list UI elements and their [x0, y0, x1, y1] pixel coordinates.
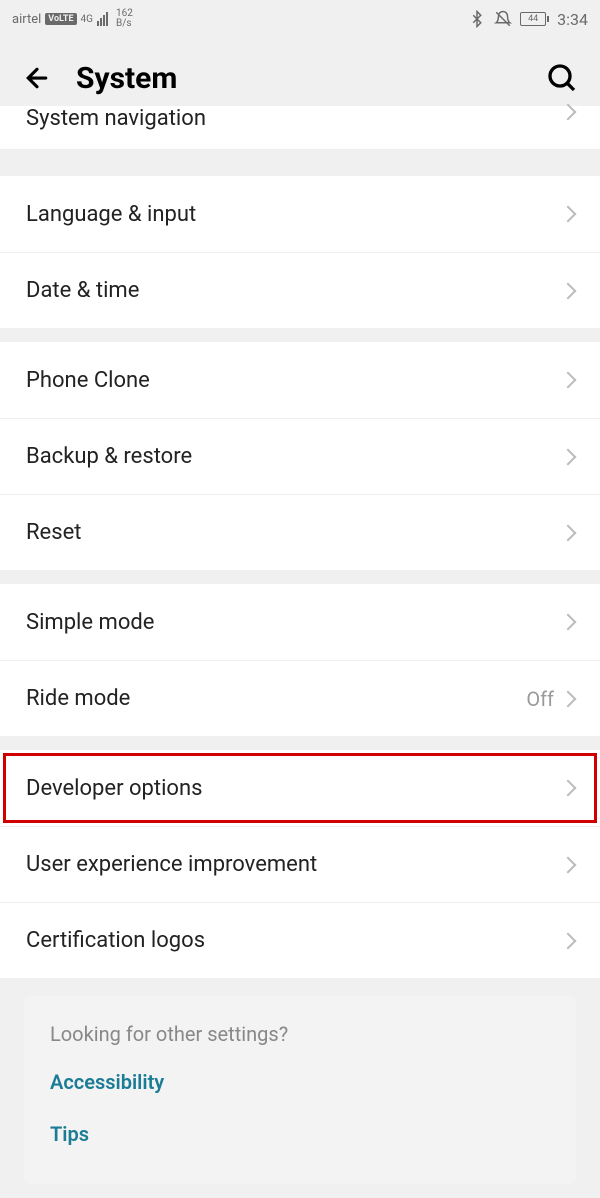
chevron-right-icon: [560, 206, 577, 223]
battery-icon: 44: [520, 12, 549, 26]
footer-link-accessibility[interactable]: Accessibility: [50, 1070, 550, 1094]
row-language-input[interactable]: Language & input: [0, 176, 600, 252]
row-label: Simple mode: [26, 610, 154, 635]
chevron-right-icon: [560, 690, 577, 707]
row-value: Off: [526, 687, 554, 711]
row-phone-clone[interactable]: Phone Clone: [0, 342, 600, 418]
carrier-label: airtel: [12, 12, 41, 27]
clock: 3:34: [557, 10, 588, 29]
status-left: airtel VoLTE 4G 162 B/s: [12, 9, 133, 29]
chevron-right-icon: [560, 856, 577, 873]
row-simple-mode[interactable]: Simple mode: [0, 584, 600, 660]
row-user-experience[interactable]: User experience improvement: [0, 826, 600, 902]
row-label: Ride mode: [26, 686, 130, 711]
chevron-right-icon: [560, 104, 577, 121]
row-backup-restore[interactable]: Backup & restore: [0, 418, 600, 494]
status-right: 44 3:34: [468, 10, 588, 29]
row-system-navigation[interactable]: System navigation: [0, 106, 600, 150]
chevron-right-icon: [560, 780, 577, 797]
chevron-right-icon: [560, 448, 577, 465]
row-label: Date & time: [26, 278, 139, 303]
network-speed: 162 B/s: [116, 9, 133, 29]
row-label: System navigation: [26, 106, 206, 131]
bluetooth-icon: [468, 10, 486, 28]
settings-group: Phone Clone Backup & restore Reset: [0, 342, 600, 570]
row-label: Developer options: [26, 776, 202, 801]
volte-badge: VoLTE: [45, 13, 76, 25]
row-ride-mode[interactable]: Ride mode Off: [0, 660, 600, 736]
chevron-right-icon: [560, 372, 577, 389]
row-label: Certification logos: [26, 928, 205, 953]
row-developer-options[interactable]: Developer options: [0, 750, 600, 826]
footer-title: Looking for other settings?: [50, 1022, 550, 1046]
footer-link-tips[interactable]: Tips: [50, 1122, 550, 1146]
row-label: Backup & restore: [26, 444, 192, 469]
settings-group: Language & input Date & time: [0, 176, 600, 328]
network-type: 4G: [81, 14, 93, 25]
search-icon[interactable]: [546, 62, 578, 94]
row-label: Language & input: [26, 202, 196, 227]
signal-icon: [97, 12, 108, 26]
row-date-time[interactable]: Date & time: [0, 252, 600, 328]
row-label: User experience improvement: [26, 852, 317, 877]
row-certification-logos[interactable]: Certification logos: [0, 902, 600, 978]
row-label: Phone Clone: [26, 368, 150, 393]
chevron-right-icon: [560, 524, 577, 541]
row-reset[interactable]: Reset: [0, 494, 600, 570]
status-bar: airtel VoLTE 4G 162 B/s 44 3:34: [0, 0, 600, 38]
chevron-right-icon: [560, 614, 577, 631]
page-title: System: [76, 61, 522, 96]
row-label: Reset: [26, 520, 81, 545]
chevron-right-icon: [560, 282, 577, 299]
notification-off-icon: [494, 10, 512, 28]
chevron-right-icon: [560, 932, 577, 949]
footer-card: Looking for other settings? Accessibilit…: [24, 996, 576, 1184]
back-icon[interactable]: [22, 63, 52, 93]
settings-group: Simple mode Ride mode Off: [0, 584, 600, 736]
settings-group: Developer options User experience improv…: [0, 750, 600, 978]
settings-content: System navigation Language & input Date …: [0, 118, 600, 1184]
